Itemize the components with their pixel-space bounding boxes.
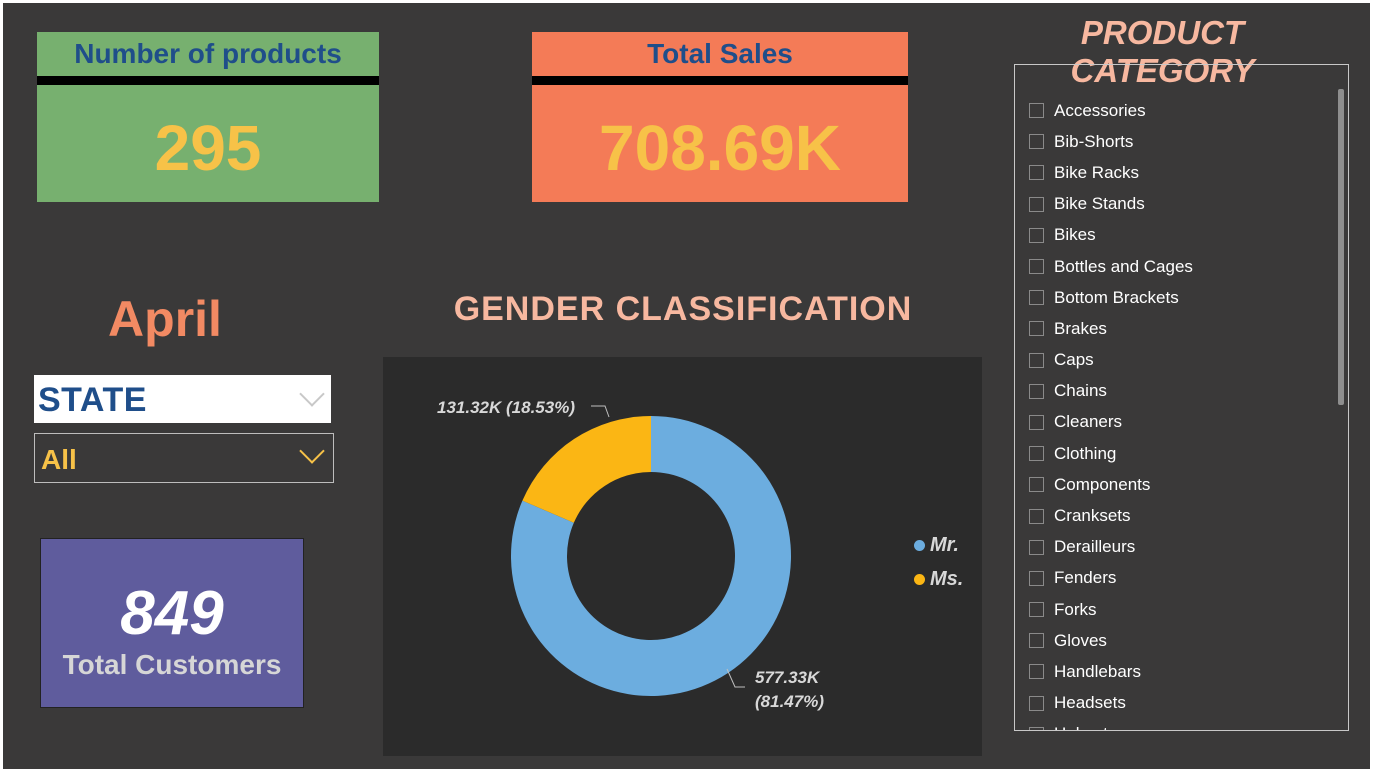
checkbox-icon[interactable] [1029, 321, 1044, 337]
checkbox-icon[interactable] [1029, 383, 1044, 399]
category-item-label: Handlebars [1054, 661, 1141, 681]
category-item[interactable]: Bike Stands [1029, 189, 1328, 220]
category-item[interactable]: Bikes [1029, 220, 1328, 251]
category-item[interactable]: Helmets [1029, 719, 1328, 730]
gender-donut-chart: 131.32K (18.53%) 577.33K (81.47%) [383, 357, 982, 756]
kpi-products-value: 295 [154, 112, 262, 184]
category-item-label: Bikes [1054, 225, 1096, 245]
category-item-label: Bottom Brackets [1054, 287, 1179, 307]
category-item-label: Brakes [1054, 318, 1107, 338]
category-item-label: Cranksets [1054, 506, 1131, 526]
category-item-label: Bottles and Cages [1054, 256, 1193, 276]
category-item-label: Bike Stands [1054, 194, 1145, 214]
category-item[interactable]: Handlebars [1029, 656, 1328, 687]
category-item-label: Forks [1054, 599, 1097, 619]
category-item[interactable]: Brakes [1029, 313, 1328, 344]
category-item-label: Caps [1054, 350, 1094, 370]
category-item[interactable]: Components [1029, 469, 1328, 500]
total-customers-value: 849 [120, 579, 224, 648]
category-item-label: Components [1054, 474, 1151, 494]
category-item[interactable]: Cranksets [1029, 500, 1328, 531]
ms-data-label: 131.32K (18.53%) [437, 398, 575, 417]
kpi-number-of-products: Number of products 295 [37, 32, 379, 202]
category-item-label: Accessories [1054, 100, 1146, 120]
checkbox-icon[interactable] [1029, 134, 1044, 150]
legend-dot-ms [914, 573, 925, 585]
checkbox-icon[interactable] [1029, 227, 1044, 243]
category-item-label: Headsets [1054, 693, 1126, 713]
legend-dot-mr [914, 539, 925, 551]
category-item[interactable]: Accessories [1029, 95, 1328, 126]
state-dropdown[interactable]: All [34, 433, 334, 483]
category-item[interactable]: Fenders [1029, 563, 1328, 594]
kpi-divider [37, 76, 379, 85]
mr-data-label-percent: (81.47%) [755, 692, 824, 711]
category-item-label: Cleaners [1054, 412, 1123, 432]
total-customers-label: Total Customers [62, 649, 282, 680]
category-item-label: Derailleurs [1054, 537, 1136, 557]
product-category-slicer: Accessories Bib-Shorts Bike Racks Bike Stan… [1014, 64, 1349, 731]
category-item[interactable]: Clothing [1029, 438, 1328, 469]
legend-item-mr[interactable]: Mr. [914, 528, 963, 562]
checkbox-icon[interactable] [1029, 508, 1044, 524]
checkbox-icon[interactable] [1029, 414, 1044, 430]
state-dropdown-value: All [41, 444, 77, 475]
category-item[interactable]: Caps [1029, 345, 1328, 376]
category-item-label: Clothing [1054, 443, 1117, 463]
checkbox-icon[interactable] [1029, 352, 1044, 368]
product-category-list: Accessories Bib-Shorts Bike Racks Bike Stan… [1029, 95, 1328, 730]
checkbox-icon[interactable] [1029, 446, 1044, 462]
kpi-total-sales: Total Sales 708.69K [532, 32, 908, 202]
kpi-sales-value: 708.69K [599, 112, 841, 184]
category-item-label: Helmets [1054, 724, 1116, 730]
checkbox-icon[interactable] [1029, 103, 1044, 119]
checkbox-icon[interactable] [1029, 570, 1044, 586]
checkbox-icon[interactable] [1029, 664, 1044, 680]
ms-leader-line [591, 405, 610, 418]
chevron-down-icon[interactable] [299, 381, 325, 407]
checkbox-icon[interactable] [1029, 539, 1044, 555]
category-item[interactable]: Bottles and Cages [1029, 251, 1328, 282]
category-item-label: Chains [1054, 381, 1107, 401]
checkbox-icon[interactable] [1029, 633, 1044, 649]
kpi-divider [532, 76, 908, 85]
checkbox-icon[interactable] [1029, 726, 1044, 730]
category-item-label: Gloves [1054, 630, 1107, 650]
legend-item-ms[interactable]: Ms. [914, 562, 963, 596]
month-label: April [108, 291, 222, 347]
legend-label-ms: Ms. [930, 567, 964, 590]
checkbox-icon[interactable] [1029, 165, 1044, 181]
category-item[interactable]: Bottom Brackets [1029, 282, 1328, 313]
legend-label-mr: Mr. [930, 533, 959, 556]
donut-slice-ms[interactable] [522, 416, 651, 523]
slicer-scrollbar[interactable] [1338, 89, 1344, 405]
checkbox-icon[interactable] [1029, 259, 1044, 275]
kpi-products-title: Number of products [74, 38, 342, 69]
mr-data-label-value: 577.33K [755, 668, 821, 687]
checkbox-icon[interactable] [1029, 196, 1044, 212]
category-item[interactable]: Forks [1029, 594, 1328, 625]
donut-chart-svg: 131.32K (18.53%) 577.33K (81.47%) [437, 398, 824, 711]
category-item[interactable]: Derailleurs [1029, 532, 1328, 563]
state-slicer-label: STATE [38, 381, 147, 419]
kpi-sales-title: Total Sales [647, 38, 793, 69]
category-item[interactable]: Gloves [1029, 625, 1328, 656]
category-item[interactable]: Chains [1029, 376, 1328, 407]
state-slicer-header[interactable]: STATE [34, 375, 331, 423]
checkbox-icon[interactable] [1029, 602, 1044, 618]
checkbox-icon[interactable] [1029, 695, 1044, 711]
category-item[interactable]: Cleaners [1029, 407, 1328, 438]
category-item[interactable]: Bib-Shorts [1029, 126, 1328, 157]
total-customers-card: 849 Total Customers [40, 538, 304, 708]
gender-chart-title: GENDER CLASSIFICATION [453, 290, 913, 328]
category-item[interactable]: Bike Racks [1029, 157, 1328, 188]
gender-legend: Mr. Ms. [914, 528, 963, 596]
category-item-label: Bike Racks [1054, 162, 1140, 182]
category-item-label: Bib-Shorts [1054, 131, 1134, 151]
chevron-down-icon[interactable] [299, 438, 325, 464]
checkbox-icon[interactable] [1029, 290, 1044, 306]
category-item[interactable]: Headsets [1029, 688, 1328, 719]
checkbox-icon[interactable] [1029, 477, 1044, 493]
category-item-label: Fenders [1054, 568, 1117, 588]
